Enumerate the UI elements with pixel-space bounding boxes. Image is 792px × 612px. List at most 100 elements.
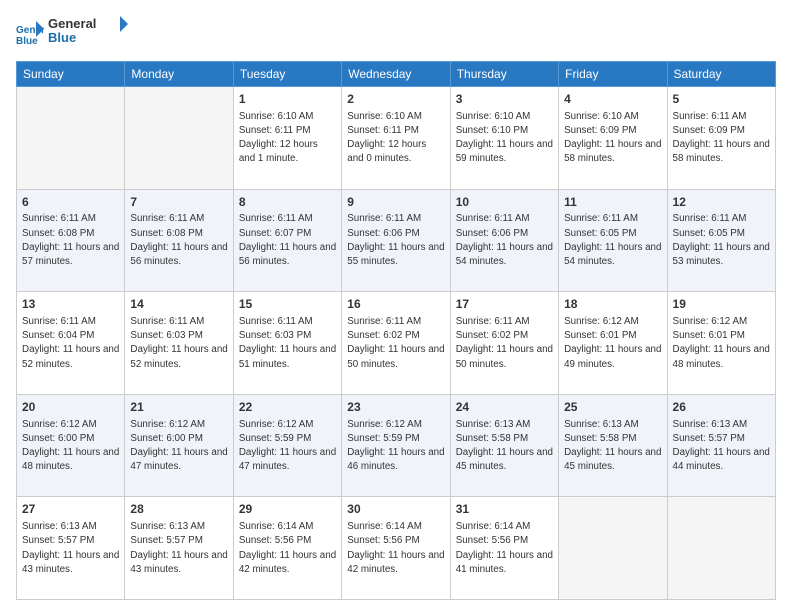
day-info: Sunrise: 6:11 AM Sunset: 6:07 PM Dayligh… [239, 212, 336, 269]
logo-icon: General Blue [16, 19, 44, 47]
calendar-cell: 18 Sunrise: 6:12 AM Sunset: 6:01 PM Dayli… [559, 292, 667, 395]
day-info: Sunrise: 6:10 AM Sunset: 6:11 PM Dayligh… [347, 110, 444, 167]
day-info: Sunrise: 6:11 AM Sunset: 6:08 PM Dayligh… [130, 212, 227, 269]
weekday-header-sunday: Sunday [17, 62, 125, 87]
day-info: Sunrise: 6:11 AM Sunset: 6:02 PM Dayligh… [456, 315, 553, 372]
calendar-cell: 29Sunrise: 6:14 AM Sunset: 5:56 PM Dayli… [233, 497, 341, 600]
calendar-week-row: 27 Sunrise: 6:13 AM Sunset: 5:57 PM Dayli… [17, 497, 776, 600]
day-number: 11 [564, 194, 661, 211]
day-number: 26 [673, 399, 770, 416]
calendar-cell: 2 Sunrise: 6:10 AM Sunset: 6:11 PM Daylig… [342, 87, 450, 190]
calendar-cell: 14Sunrise: 6:11 AM Sunset: 6:03 PM Dayli… [125, 292, 233, 395]
day-number: 27 [22, 501, 119, 518]
calendar-cell: 10Sunrise: 6:11 AM Sunset: 6:06 PM Dayli… [450, 189, 558, 292]
svg-text:General: General [48, 16, 96, 31]
calendar-cell: 9Sunrise: 6:11 AM Sunset: 6:06 PM Daylig… [342, 189, 450, 292]
day-info: Sunrise: 6:14 AM Sunset: 5:56 PM Dayligh… [239, 520, 336, 577]
calendar-cell [559, 497, 667, 600]
calendar-cell: 15Sunrise: 6:11 AM Sunset: 6:03 PM Dayli… [233, 292, 341, 395]
calendar-week-row: 13Sunrise: 6:11 AM Sunset: 6:04 PM Dayli… [17, 292, 776, 395]
day-number: 22 [239, 399, 336, 416]
day-number: 14 [130, 296, 227, 313]
calendar-week-row: 1Sunrise: 6:10 AM Sunset: 6:11 PM Daylig… [17, 87, 776, 190]
day-info: Sunrise: 6:13 AM Sunset: 5:58 PM Dayligh… [456, 418, 553, 475]
day-number: 10 [456, 194, 553, 211]
calendar-cell: 1Sunrise: 6:10 AM Sunset: 6:11 PM Daylig… [233, 87, 341, 190]
day-info: Sunrise: 6:12 AM Sunset: 6:01 PM Dayligh… [673, 315, 770, 372]
day-info: Sunrise: 6:10 AM Sunset: 6:09 PM Dayligh… [564, 110, 661, 167]
calendar-cell: 27 Sunrise: 6:13 AM Sunset: 5:57 PM Dayli… [17, 497, 125, 600]
day-info: Sunrise: 6:11 AM Sunset: 6:02 PM Dayligh… [347, 315, 444, 372]
day-number: 3 [456, 91, 553, 108]
calendar-week-row: 20 Sunrise: 6:12 AM Sunset: 6:00 PM Dayli… [17, 394, 776, 497]
calendar-cell: 7Sunrise: 6:11 AM Sunset: 6:08 PM Daylig… [125, 189, 233, 292]
calendar-cell: 21 Sunrise: 6:12 AM Sunset: 6:00 PM Dayli… [125, 394, 233, 497]
calendar-cell: 3Sunrise: 6:10 AM Sunset: 6:10 PM Daylig… [450, 87, 558, 190]
calendar-week-row: 6 Sunrise: 6:11 AM Sunset: 6:08 PM Daylig… [17, 189, 776, 292]
calendar-cell: 23Sunrise: 6:12 AM Sunset: 5:59 PM Dayli… [342, 394, 450, 497]
logo: General Blue General Blue [16, 12, 128, 53]
weekday-header-thursday: Thursday [450, 62, 558, 87]
calendar-cell: 17 Sunrise: 6:11 AM Sunset: 6:02 PM Dayli… [450, 292, 558, 395]
calendar-cell: 5 Sunrise: 6:11 AM Sunset: 6:09 PM Daylig… [667, 87, 775, 190]
day-number: 20 [22, 399, 119, 416]
weekday-header-friday: Friday [559, 62, 667, 87]
day-info: Sunrise: 6:12 AM Sunset: 6:00 PM Dayligh… [130, 418, 227, 475]
calendar-cell: 12Sunrise: 6:11 AM Sunset: 6:05 PM Dayli… [667, 189, 775, 292]
weekday-header-wednesday: Wednesday [342, 62, 450, 87]
day-number: 2 [347, 91, 444, 108]
day-info: Sunrise: 6:13 AM Sunset: 5:58 PM Dayligh… [564, 418, 661, 475]
calendar-cell: 13Sunrise: 6:11 AM Sunset: 6:04 PM Dayli… [17, 292, 125, 395]
calendar-table: SundayMondayTuesdayWednesdayThursdayFrid… [16, 61, 776, 600]
day-number: 21 [130, 399, 227, 416]
day-number: 30 [347, 501, 444, 518]
calendar-cell: 30 Sunrise: 6:14 AM Sunset: 5:56 PM Dayli… [342, 497, 450, 600]
calendar-cell: 11Sunrise: 6:11 AM Sunset: 6:05 PM Dayli… [559, 189, 667, 292]
day-number: 16 [347, 296, 444, 313]
day-number: 28 [130, 501, 227, 518]
calendar-cell: 19Sunrise: 6:12 AM Sunset: 6:01 PM Dayli… [667, 292, 775, 395]
day-info: Sunrise: 6:11 AM Sunset: 6:06 PM Dayligh… [456, 212, 553, 269]
day-number: 6 [22, 194, 119, 211]
day-number: 7 [130, 194, 227, 211]
day-number: 9 [347, 194, 444, 211]
day-info: Sunrise: 6:12 AM Sunset: 6:01 PM Dayligh… [564, 315, 661, 372]
logo-text: General Blue [48, 12, 128, 53]
day-number: 5 [673, 91, 770, 108]
day-info: Sunrise: 6:12 AM Sunset: 5:59 PM Dayligh… [239, 418, 336, 475]
day-number: 17 [456, 296, 553, 313]
day-info: Sunrise: 6:10 AM Sunset: 6:11 PM Dayligh… [239, 110, 336, 167]
weekday-header-saturday: Saturday [667, 62, 775, 87]
calendar-cell: 20 Sunrise: 6:12 AM Sunset: 6:00 PM Dayli… [17, 394, 125, 497]
day-info: Sunrise: 6:12 AM Sunset: 5:59 PM Dayligh… [347, 418, 444, 475]
day-info: Sunrise: 6:13 AM Sunset: 5:57 PM Dayligh… [130, 520, 227, 577]
day-number: 4 [564, 91, 661, 108]
day-info: Sunrise: 6:13 AM Sunset: 5:57 PM Dayligh… [22, 520, 119, 577]
calendar-cell: 6Sunrise: 6:11 AM Sunset: 6:08 PM Daylig… [17, 189, 125, 292]
svg-text:Blue: Blue [48, 30, 76, 45]
calendar-cell: 28 Sunrise: 6:13 AM Sunset: 5:57 PM Dayli… [125, 497, 233, 600]
day-info: Sunrise: 6:11 AM Sunset: 6:03 PM Dayligh… [239, 315, 336, 372]
day-info: Sunrise: 6:14 AM Sunset: 5:56 PM Dayligh… [347, 520, 444, 577]
calendar-cell: 26 Sunrise: 6:13 AM Sunset: 5:57 PM Dayli… [667, 394, 775, 497]
calendar-cell: 4 Sunrise: 6:10 AM Sunset: 6:09 PM Daylig… [559, 87, 667, 190]
header: General Blue General Blue [16, 12, 776, 53]
day-number: 31 [456, 501, 553, 518]
day-info: Sunrise: 6:11 AM Sunset: 6:05 PM Dayligh… [564, 212, 661, 269]
weekday-header-monday: Monday [125, 62, 233, 87]
day-number: 8 [239, 194, 336, 211]
weekday-header-tuesday: Tuesday [233, 62, 341, 87]
svg-text:Blue: Blue [16, 36, 38, 47]
day-info: Sunrise: 6:11 AM Sunset: 6:04 PM Dayligh… [22, 315, 119, 372]
calendar-cell [667, 497, 775, 600]
day-number: 18 [564, 296, 661, 313]
day-info: Sunrise: 6:11 AM Sunset: 6:05 PM Dayligh… [673, 212, 770, 269]
calendar-cell: 31Sunrise: 6:14 AM Sunset: 5:56 PM Dayli… [450, 497, 558, 600]
day-info: Sunrise: 6:12 AM Sunset: 6:00 PM Dayligh… [22, 418, 119, 475]
page: General Blue General Blue SundayMondayTu… [0, 0, 792, 612]
day-number: 24 [456, 399, 553, 416]
day-info: Sunrise: 6:13 AM Sunset: 5:57 PM Dayligh… [673, 418, 770, 475]
day-info: Sunrise: 6:11 AM Sunset: 6:09 PM Dayligh… [673, 110, 770, 167]
calendar-cell: 16 Sunrise: 6:11 AM Sunset: 6:02 PM Dayli… [342, 292, 450, 395]
calendar-cell [125, 87, 233, 190]
